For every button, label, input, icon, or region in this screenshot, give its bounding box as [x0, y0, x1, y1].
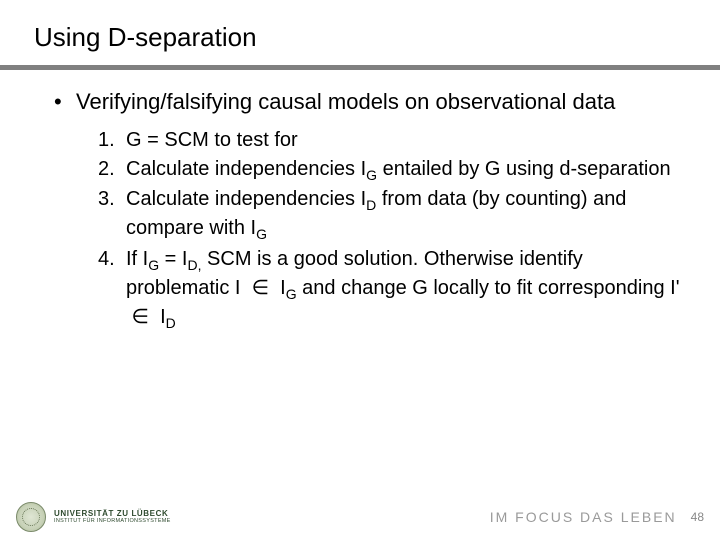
list-item: If IG = ID, SCM is a good solution. Othe… — [98, 246, 686, 333]
slide: Using D-separation Verifying/falsifying … — [0, 0, 720, 540]
slide-title: Using D-separation — [34, 22, 720, 53]
university-seal-icon — [16, 502, 46, 532]
list-item-text: Calculate independencies ID from data (b… — [126, 188, 626, 239]
list-item: Calculate independencies IG entailed by … — [98, 156, 686, 185]
list-item-text: If IG = ID, SCM is a good solution. Othe… — [126, 248, 680, 328]
tagline: IM FOCUS DAS LEBEN — [490, 509, 677, 525]
list-item: G = SCM to test for — [98, 127, 686, 154]
footer-right: IM FOCUS DAS LEBEN 48 — [490, 509, 704, 525]
page-number: 48 — [691, 510, 704, 524]
list-item-text: G = SCM to test for — [126, 129, 298, 151]
footer-left: UNIVERSITÄT ZU LÜBECK INSTITUT FÜR INFOR… — [16, 502, 171, 532]
body-area: Verifying/falsifying causal models on ob… — [0, 70, 720, 333]
institute-name: INSTITUT FÜR INFORMATIONSSYSTEME — [54, 519, 171, 525]
list-item: Calculate independencies ID from data (b… — [98, 186, 686, 244]
title-area: Using D-separation — [0, 0, 720, 59]
numbered-list: G = SCM to test for Calculate independen… — [54, 127, 686, 333]
list-item-text: Calculate independencies IG entailed by … — [126, 158, 671, 180]
top-bullet: Verifying/falsifying causal models on ob… — [54, 88, 686, 117]
footer: UNIVERSITÄT ZU LÜBECK INSTITUT FÜR INFOR… — [0, 498, 720, 540]
university-name: UNIVERSITÄT ZU LÜBECK — [54, 510, 171, 518]
university-text: UNIVERSITÄT ZU LÜBECK INSTITUT FÜR INFOR… — [54, 510, 171, 525]
